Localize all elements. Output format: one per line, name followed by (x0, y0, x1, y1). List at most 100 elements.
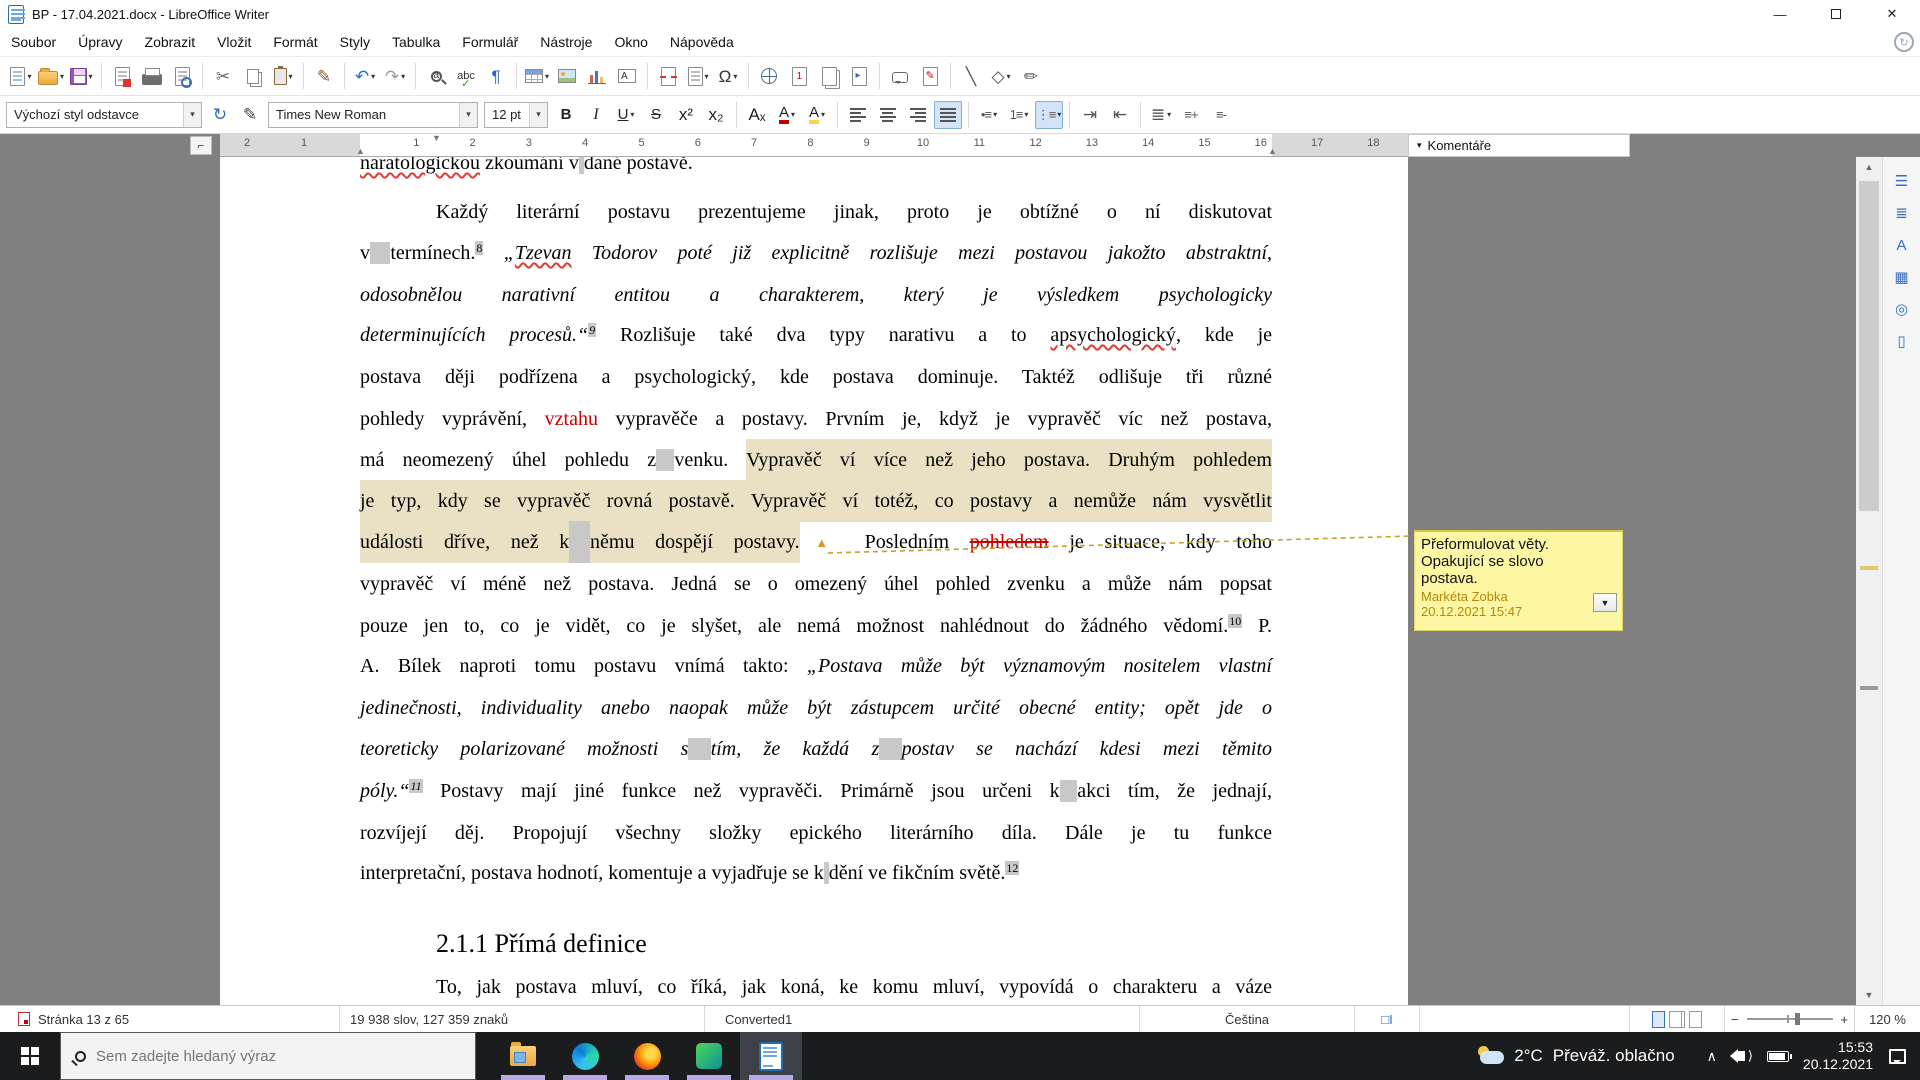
language-status[interactable]: Čeština (1225, 1012, 1269, 1027)
selection-mode-icon[interactable]: □I (1381, 1012, 1392, 1027)
menu-zobrazit[interactable]: Zobrazit (134, 28, 207, 57)
search-input[interactable] (96, 1047, 426, 1065)
menu-nastroje[interactable]: Nástroje (529, 28, 603, 57)
decrease-paragraph-spacing-button[interactable]: ≡- (1207, 101, 1235, 129)
track-changes-button[interactable] (916, 62, 944, 90)
chevron-down-icon[interactable]: ▾ (89, 72, 93, 81)
open-button[interactable]: ▾ (37, 62, 65, 90)
chevron-down-icon[interactable]: ▾ (459, 102, 477, 127)
clone-formatting-button[interactable]: ✎ (310, 62, 338, 90)
action-center-icon[interactable] (1889, 1048, 1906, 1064)
zoom-slider-track[interactable] (1746, 1013, 1833, 1025)
battery-icon[interactable] (1766, 1050, 1792, 1062)
menu-tabulka[interactable]: Tabulka (381, 28, 451, 57)
decrease-indent-button[interactable]: ⇤ (1106, 101, 1134, 129)
align-center-button[interactable] (874, 101, 902, 129)
paste-button[interactable]: ▾ (269, 62, 297, 90)
export-pdf-button[interactable] (108, 62, 136, 90)
horizontal-ruler[interactable]: ▲ ▼ ▲ 2 1 1 2 3 4 5 6 7 8 9 10 11 12 13 14 15 16 17 18 (220, 133, 1408, 157)
outline-list-button[interactable]: ⋮≡ ▾ (1035, 100, 1063, 129)
align-justify-button[interactable] (934, 100, 962, 129)
tab-stop-selector[interactable]: ⌐ (190, 136, 212, 155)
multi-page-view-icon[interactable] (1669, 1010, 1682, 1028)
document-page[interactable]: naratologickou zkoumání v dané postavě. K… (220, 157, 1408, 1005)
chevron-down-icon[interactable]: ▾ (630, 110, 634, 119)
line-spacing-button[interactable]: ≣ ▾ (1147, 101, 1175, 129)
font-name-select[interactable]: Times New Roman ▾ (268, 101, 478, 128)
copy-button[interactable] (239, 62, 267, 90)
paragraph-style-select[interactable]: Výchozí styl odstavce ▾ (6, 101, 202, 128)
book-view-icon[interactable] (1689, 1010, 1702, 1028)
sidebar-settings-icon[interactable]: ☰ (1889, 168, 1915, 194)
insert-field-button[interactable]: ▾ (684, 62, 712, 90)
highlight-color-button[interactable]: A ▾ (803, 101, 831, 129)
insert-line-button[interactable]: ╲ (957, 62, 985, 90)
insert-special-character-button[interactable]: Ω ▾ (714, 62, 742, 90)
hidden-icons-chevron[interactable]: ∧ (1707, 1048, 1717, 1065)
insert-endnote-button[interactable] (815, 62, 843, 90)
close-button[interactable]: ✕ (1864, 0, 1920, 28)
chevron-down-icon[interactable]: ▾ (529, 102, 547, 127)
insert-hyperlink-button[interactable] (755, 62, 783, 90)
print-button[interactable] (138, 62, 166, 90)
taskbar-search[interactable] (60, 1032, 476, 1080)
insert-table-button[interactable]: ▾ (523, 62, 551, 90)
scrollbar-thumb[interactable] (1859, 181, 1879, 511)
taskbar-file-explorer-button[interactable] (492, 1032, 554, 1080)
navigator-deck-icon[interactable]: ◎ (1889, 296, 1915, 322)
menu-okno[interactable]: Okno (603, 28, 658, 57)
gallery-deck-icon[interactable]: ▦ (1889, 264, 1915, 290)
single-page-view-icon[interactable] (1652, 1010, 1665, 1028)
underline-button[interactable]: U ▾ (612, 101, 640, 129)
font-color-button[interactable]: A ▾ (773, 101, 801, 129)
new-style-button[interactable]: ✎ (236, 101, 264, 129)
menu-napoveda[interactable]: Nápověda (659, 28, 745, 57)
show-draw-functions-button[interactable]: ✏ (1017, 62, 1045, 90)
insert-image-button[interactable] (553, 62, 581, 90)
cut-button[interactable]: ✂ (209, 62, 237, 90)
chevron-down-icon[interactable]: ▾ (821, 110, 825, 119)
bold-button[interactable]: B (552, 101, 580, 129)
chevron-down-icon[interactable]: ▾ (1007, 72, 1011, 81)
page-style-status[interactable]: Converted1 (725, 1012, 792, 1027)
align-right-button[interactable] (904, 101, 932, 129)
left-indent-marker[interactable]: ▲ (356, 146, 365, 156)
new-document-button[interactable]: ▾ (7, 62, 35, 90)
chevron-down-icon[interactable]: ▾ (60, 72, 64, 81)
zoom-in-icon[interactable]: + (1841, 1012, 1849, 1027)
chevron-down-icon[interactable]: ▾ (289, 72, 293, 81)
first-line-indent-marker[interactable]: ▼ (432, 133, 441, 143)
scroll-up-icon[interactable]: ▲ (1856, 157, 1882, 177)
undo-button[interactable]: ↶ ▾ (351, 62, 379, 90)
spelling-button[interactable]: abc (452, 62, 480, 90)
scroll-down-icon[interactable]: ▼ (1856, 985, 1882, 1005)
print-preview-button[interactable] (168, 62, 196, 90)
insert-comment-button[interactable] (886, 62, 914, 90)
menu-styly[interactable]: Styly (329, 28, 381, 57)
chevron-down-icon[interactable]: ▾ (183, 102, 201, 127)
chevron-down-icon[interactable]: ▾ (371, 72, 375, 81)
bullet-list-button[interactable]: •≡ ▾ (975, 101, 1003, 129)
chevron-down-icon[interactable]: ▾ (1057, 110, 1061, 119)
properties-deck-icon[interactable]: ≣ (1889, 200, 1915, 226)
taskbar-edge-button[interactable] (554, 1032, 616, 1080)
styles-deck-icon[interactable]: A (1889, 232, 1915, 258)
increase-indent-button[interactable]: ⇥ (1076, 101, 1104, 129)
menu-format[interactable]: Formát (262, 28, 328, 57)
page-number-status[interactable]: Stránka 13 z 65 (38, 1012, 129, 1027)
taskbar-writer-button[interactable] (740, 1032, 802, 1080)
strikethrough-button[interactable]: S (642, 101, 670, 129)
unsaved-changes-icon[interactable] (18, 1012, 30, 1026)
right-indent-marker[interactable]: ▲ (1268, 146, 1277, 156)
insert-footnote-button[interactable] (785, 62, 813, 90)
superscript-button[interactable]: x² (672, 101, 700, 129)
zoom-out-icon[interactable]: − (1731, 1012, 1739, 1027)
zoom-level[interactable]: 120 % (1869, 1012, 1906, 1027)
numbered-list-button[interactable]: 1≡ ▾ (1005, 101, 1033, 129)
insert-textbox-button[interactable]: A (613, 62, 641, 90)
menu-upravy[interactable]: Úpravy (67, 28, 133, 57)
clear-formatting-button[interactable]: Aₓ (743, 101, 771, 129)
insert-chart-button[interactable] (583, 62, 611, 90)
chevron-down-icon[interactable]: ▾ (733, 72, 737, 81)
taskbar-firefox-button[interactable] (616, 1032, 678, 1080)
